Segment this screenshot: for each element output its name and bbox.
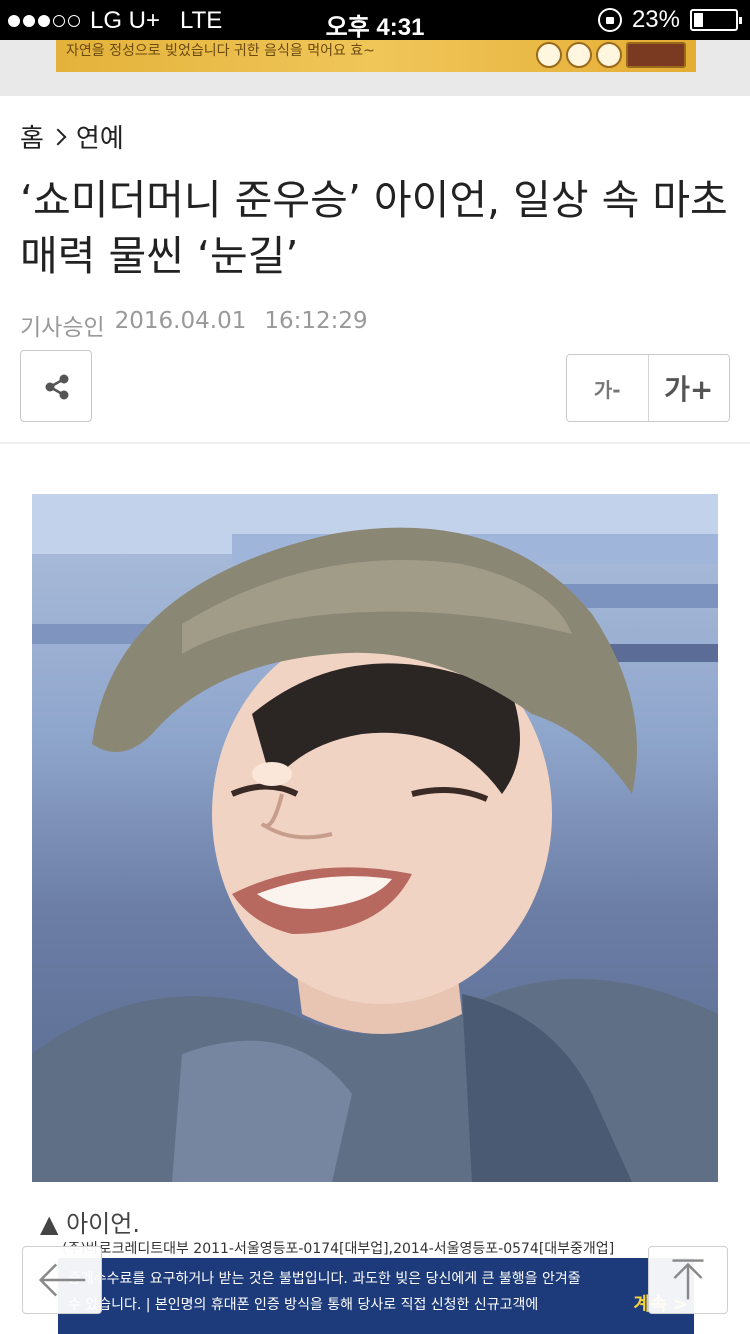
font-size-controls: 가- 가+ xyxy=(566,354,730,422)
status-bar: LG U+ LTE 오후 4:31 23% xyxy=(0,0,750,41)
chevron-right-icon xyxy=(49,128,67,145)
approved-label: 기사승인 xyxy=(20,315,105,341)
breadcrumb-section[interactable]: 연예 xyxy=(76,118,124,155)
article-photo-image xyxy=(32,494,718,1182)
back-arrow-icon xyxy=(38,1263,86,1297)
article-photo[interactable] xyxy=(32,494,718,1182)
bottom-ad-line-2: 중개수수료를 요구하거나 받는 것은 불법입니다. 과도한 빚은 당신에게 큰 … xyxy=(68,1271,581,1287)
photo-caption: ▲ 아이언. xyxy=(40,1210,140,1238)
top-ad-banner[interactable]: 자연을 정성으로 빚었습니다 귀한 음식을 먹어요 효~ xyxy=(56,40,696,72)
article-time: 16:12:29 xyxy=(264,308,368,334)
arrow-up-icon xyxy=(672,1259,704,1300)
bottom-ad-line-3: 수 있습니다. | 본인명의 휴대폰 인증 방식을 통해 당사로 직접 신청한 … xyxy=(68,1297,539,1313)
font-increase-button[interactable]: 가+ xyxy=(649,355,730,421)
top-ad-text: 자연을 정성으로 빚었습니다 귀한 음식을 먹어요 효~ xyxy=(66,43,375,59)
scroll-top-button[interactable] xyxy=(648,1246,728,1314)
font-decrease-button[interactable]: 가- xyxy=(567,355,649,421)
rotation-lock-icon xyxy=(597,8,622,32)
battery-percent: 23% xyxy=(631,6,680,33)
status-right: 23% xyxy=(597,6,742,34)
section-divider xyxy=(0,442,750,444)
top-ad-container: 자연을 정성으로 빚었습니다 귀한 음식을 먹어요 효~ xyxy=(0,40,750,96)
article-date: 2016.04.01 xyxy=(114,308,247,334)
back-button[interactable] xyxy=(22,1246,102,1314)
article-title: ‘쇼미더머니 준우승’ 아이언, 일상 속 마초 매력 물씬 ‘눈길’ xyxy=(20,176,728,280)
bottom-ad-line-1: (주)바로크레디트대부 2011-서울영등포-0174[대부업],2014-서울… xyxy=(62,1241,615,1257)
share-button[interactable] xyxy=(20,350,92,422)
breadcrumb: 홈 연예 xyxy=(20,118,124,155)
breadcrumb-home[interactable]: 홈 xyxy=(20,118,44,155)
article-meta: 기사승인 2016.04.01 16:12:29 xyxy=(20,308,368,342)
share-icon xyxy=(45,374,69,400)
bottom-ad-banner[interactable]: (주)바로크레디트대부 2011-서울영등포-0174[대부업],2014-서울… xyxy=(58,1238,694,1334)
battery-icon xyxy=(690,9,742,31)
top-ad-product-images xyxy=(536,42,686,68)
